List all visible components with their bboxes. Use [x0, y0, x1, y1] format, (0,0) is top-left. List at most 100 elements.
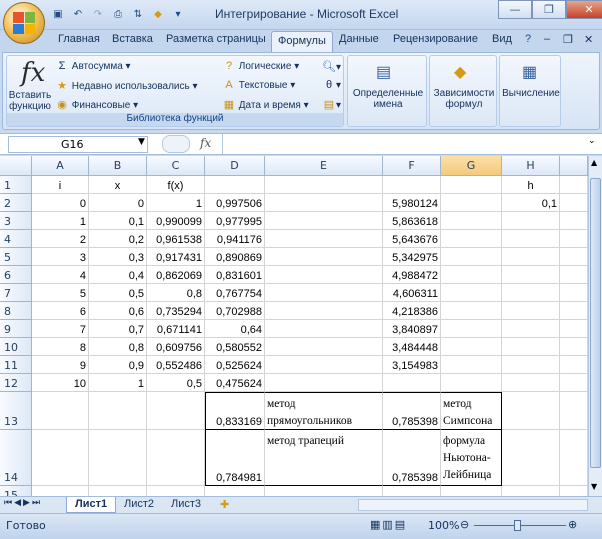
ribbon-minimize-icon[interactable]: – [544, 33, 550, 45]
row-header-11[interactable]: 11 [0, 356, 32, 374]
cell-d2[interactable]: 0,997506 [205, 194, 265, 212]
save-icon[interactable]: ▣ [50, 6, 66, 22]
cell-f14[interactable]: 0,785398 [383, 430, 441, 486]
cell-b3[interactable]: 0,1 [89, 212, 147, 230]
calculation-button[interactable]: Вычисление [502, 88, 560, 99]
sheet-tab-3[interactable]: Лист3 [163, 497, 209, 513]
cell-c14[interactable] [147, 430, 205, 486]
restore-button[interactable]: ❐ [532, 0, 566, 19]
cell-g12[interactable] [441, 374, 502, 392]
cell-e10[interactable] [265, 338, 383, 356]
cell-h1[interactable]: h [502, 176, 560, 194]
row-header-14[interactable]: 14 [0, 430, 32, 486]
column-header-f[interactable]: F [383, 156, 441, 176]
cell-f5[interactable]: 5,342975 [383, 248, 441, 266]
cell-f13[interactable]: 0,785398 [383, 392, 441, 430]
cell-a1[interactable]: i [32, 176, 89, 194]
cell-i7[interactable] [560, 284, 588, 302]
cell-b6[interactable]: 0,4 [89, 266, 147, 284]
row-header-1[interactable]: 1 [0, 176, 32, 194]
financial-functions-button[interactable]: ◉ Финансовые ▾ [55, 98, 138, 111]
insert-function-button[interactable]: Вставить функцию [8, 90, 52, 112]
cell-d7[interactable]: 0,767754 [205, 284, 265, 302]
cell-c10[interactable]: 0,609756 [147, 338, 205, 356]
cell-a9[interactable]: 7 [32, 320, 89, 338]
cell-g2[interactable] [441, 194, 502, 212]
cell-i14[interactable] [560, 430, 588, 486]
cell-a7[interactable]: 5 [32, 284, 89, 302]
tab-page-layout[interactable]: Разметка страницы [166, 33, 266, 45]
cell-f12[interactable] [383, 374, 441, 392]
lookup-functions-button[interactable]: 🔍︎▾ [322, 60, 341, 73]
cell-e8[interactable] [265, 302, 383, 320]
cell-g11[interactable] [441, 356, 502, 374]
cell-g3[interactable] [441, 212, 502, 230]
row-header-6[interactable]: 6 [0, 266, 32, 284]
cell-c8[interactable]: 0,735294 [147, 302, 205, 320]
cell-a13[interactable] [32, 392, 89, 430]
expand-formula-icon[interactable]: ⌄ [588, 136, 596, 146]
cell-h7[interactable] [502, 284, 560, 302]
formula-cancel-toggle[interactable] [162, 135, 190, 153]
cell-f4[interactable]: 5,643676 [383, 230, 441, 248]
cell-a4[interactable]: 2 [32, 230, 89, 248]
text-functions-button[interactable]: A Текстовые ▾ [222, 79, 295, 91]
cell-e1[interactable] [265, 176, 383, 194]
row-header-15[interactable]: 15 [0, 486, 32, 496]
column-header-a[interactable]: A [32, 156, 89, 176]
tab-home[interactable]: Главная [58, 33, 100, 45]
cell-i1[interactable] [560, 176, 588, 194]
print-preview-icon[interactable]: ⎙ [110, 6, 126, 22]
cell-h6[interactable] [502, 266, 560, 284]
cell-e11[interactable] [265, 356, 383, 374]
cell-g5[interactable] [441, 248, 502, 266]
row-header-2[interactable]: 2 [0, 194, 32, 212]
row-header-3[interactable]: 3 [0, 212, 32, 230]
cell-h15[interactable] [502, 486, 560, 496]
cell-e3[interactable] [265, 212, 383, 230]
cell-e4[interactable] [265, 230, 383, 248]
name-box-dropdown-icon[interactable]: ▼ [138, 137, 145, 147]
vertical-scrollbar[interactable]: ▲ ▼ [588, 156, 602, 496]
cell-d9[interactable]: 0,64 [205, 320, 265, 338]
redo-icon[interactable]: ↷ [90, 6, 106, 22]
office-button[interactable] [3, 2, 45, 44]
cell-i3[interactable] [560, 212, 588, 230]
defined-names-button[interactable]: Определенные имена [350, 88, 426, 110]
cell-i4[interactable] [560, 230, 588, 248]
cell-c5[interactable]: 0,917431 [147, 248, 205, 266]
cell-f7[interactable]: 4,606311 [383, 284, 441, 302]
cell-f1[interactable] [383, 176, 441, 194]
scroll-thumb[interactable] [590, 178, 601, 468]
help-icon[interactable]: ? [525, 33, 531, 45]
cell-i6[interactable] [560, 266, 588, 284]
cell-c15[interactable] [147, 486, 205, 496]
cell-b12[interactable]: 1 [89, 374, 147, 392]
autosum-button[interactable]: Σ Автосумма ▾ [55, 60, 131, 72]
cell-a11[interactable]: 9 [32, 356, 89, 374]
row-header-5[interactable]: 5 [0, 248, 32, 266]
cell-g14[interactable]: формула Ньютона-Лейбница [441, 430, 502, 486]
cell-c11[interactable]: 0,552486 [147, 356, 205, 374]
cell-e15[interactable] [265, 486, 383, 496]
cell-c4[interactable]: 0,961538 [147, 230, 205, 248]
sheet-nav-icon[interactable]: ⏮◀▶⏭ [4, 498, 42, 508]
row-header-13[interactable]: 13 [0, 392, 32, 430]
cell-g15[interactable] [441, 486, 502, 496]
customize-qat-icon[interactable]: ▾ [170, 6, 186, 22]
cell-b5[interactable]: 0,3 [89, 248, 147, 266]
cell-h10[interactable] [502, 338, 560, 356]
math-functions-button[interactable]: θ ▾ [322, 79, 341, 91]
cell-d14[interactable]: 0,784981 [205, 430, 265, 486]
logical-functions-button[interactable]: ? Логические ▾ [222, 60, 299, 72]
cell-g13[interactable]: метод Симпсона [441, 392, 502, 430]
paint-icon[interactable]: ◆ [150, 6, 166, 22]
scroll-up-icon[interactable]: ▲ [591, 158, 597, 167]
horizontal-scrollbar[interactable] [358, 499, 588, 511]
cell-c3[interactable]: 0,990099 [147, 212, 205, 230]
cell-b2[interactable]: 0 [89, 194, 147, 212]
cell-b10[interactable]: 0,8 [89, 338, 147, 356]
cell-f6[interactable]: 4,988472 [383, 266, 441, 284]
cell-g6[interactable] [441, 266, 502, 284]
cell-d13[interactable]: 0,833169 [205, 392, 265, 430]
